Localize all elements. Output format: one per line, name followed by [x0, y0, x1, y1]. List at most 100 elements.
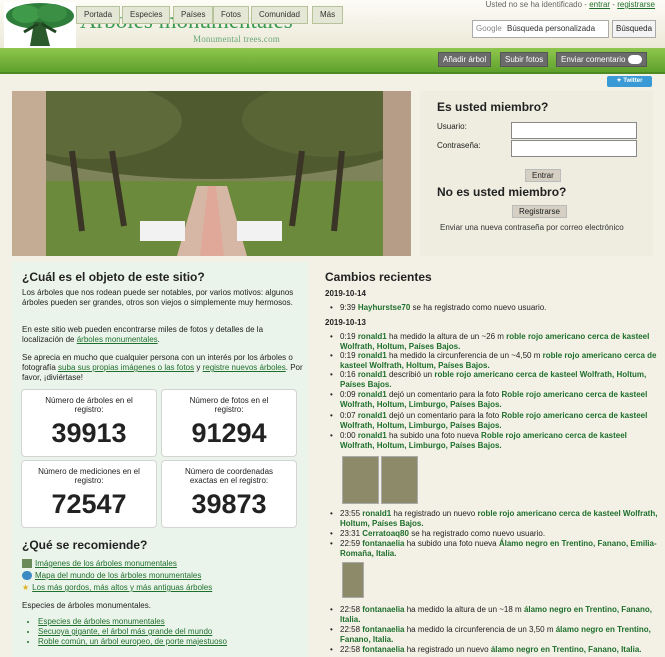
- change-user[interactable]: ronald1: [358, 431, 387, 440]
- search-button[interactable]: Búsqueda: [612, 20, 657, 38]
- change-time: 22:59: [340, 539, 361, 548]
- change-text: dejó un comentario para la foto: [388, 411, 500, 420]
- recent-changes-heading: Cambios recientes: [325, 270, 432, 284]
- upload-photos-button[interactable]: Subir fotos: [500, 52, 549, 67]
- change-time: 0:19: [340, 332, 356, 341]
- username-label: Usuario:: [437, 122, 467, 131]
- stat-coordinates: Número de coordenadas exactas en el regi…: [161, 460, 297, 528]
- recommend-images-link[interactable]: Imágenes de los árboles monumentales: [35, 559, 177, 568]
- toggle-icon: [628, 55, 643, 65]
- tab-comunidad[interactable]: Comunidad: [251, 6, 308, 24]
- change-item: 0:16 ronald1 describió un roble rojo ame…: [328, 370, 660, 390]
- stat-photos-label: Número de fotos en el registro:: [189, 396, 269, 414]
- hero-image: [12, 91, 411, 256]
- species-link[interactable]: Roble común, un árbol europeo, de porte …: [38, 637, 227, 647]
- change-item: 22:58 fontanaelia ha medido la altura de…: [328, 605, 660, 625]
- login-link[interactable]: entrar: [589, 0, 610, 9]
- send-password-link[interactable]: Enviar una nueva contraseña por correo e…: [440, 223, 624, 232]
- star-icon: ★: [22, 583, 30, 593]
- send-comment-button[interactable]: Enviar comentario: [556, 52, 648, 67]
- change-item: 23:55 ronald1 ha registrado un nuevo rob…: [328, 509, 660, 529]
- change-tree[interactable]: roble rojo americano: [477, 509, 556, 518]
- change-time: 23:31: [340, 529, 361, 538]
- change-user[interactable]: ronald1: [358, 370, 387, 379]
- date-header: 2019-10-14: [325, 289, 366, 298]
- register-trees-link[interactable]: registre nuevos árboles: [203, 363, 286, 372]
- stat-photos-value: 91294: [191, 418, 267, 448]
- change-tree[interactable]: roble rojo americano: [506, 332, 585, 341]
- add-tree-button[interactable]: Añadir árbol: [438, 52, 492, 67]
- twitter-button[interactable]: ✦ Twitter: [607, 76, 652, 87]
- change-tree[interactable]: álamo negro: [556, 625, 604, 634]
- tree-logo-icon[interactable]: [4, 2, 76, 48]
- recommend-item-images[interactable]: Imágenes de los árboles monumentales: [22, 559, 177, 569]
- register-link[interactable]: registrarse: [617, 0, 655, 9]
- change-user[interactable]: Cerratoaq80: [362, 529, 409, 538]
- tab-fotos[interactable]: Fotos: [213, 6, 250, 24]
- photo-thumbnail[interactable]: [381, 456, 418, 504]
- change-text: ha medido la circunferencia de un ~4,50 …: [388, 351, 541, 360]
- recent-changes-section: Cambios recientes 2019-10-14 9:39 Hayhur…: [318, 262, 658, 657]
- change-tree[interactable]: Roble rojo americano: [501, 390, 583, 399]
- enter-button[interactable]: Entrar: [525, 169, 561, 182]
- change-text: ha subido una foto nueva: [388, 431, 479, 440]
- change-text: ha medido la altura de un ~26 m: [388, 332, 504, 341]
- password-label: Contraseña:: [437, 141, 481, 150]
- change-tree[interactable]: álamo negro: [524, 605, 572, 614]
- oak-alley-photo: [12, 91, 411, 256]
- recommend-map-link[interactable]: Mapa del mundo de los árboles monumental…: [35, 571, 201, 580]
- tab-mas[interactable]: Más: [312, 6, 344, 24]
- monumental-trees-link[interactable]: árboles monumentales: [77, 335, 158, 344]
- recommend-item-map[interactable]: Mapa del mundo de los árboles monumental…: [22, 571, 201, 581]
- site-subtitle: Monumental trees.com: [193, 34, 280, 44]
- change-tree[interactable]: Álamo negro en Trentino,: [499, 539, 595, 548]
- change-user[interactable]: ronald1: [358, 390, 387, 399]
- twitter-icon: ✦: [616, 78, 622, 84]
- photo-thumbnail[interactable]: [342, 562, 364, 598]
- google-label: Google: [476, 24, 502, 33]
- upload-images-link[interactable]: suba sus propias imágenes o las fotos: [58, 363, 194, 372]
- recommend-biggest-link[interactable]: Los más gordos, más altos y más antiguas…: [32, 583, 212, 592]
- change-time: 0:19: [340, 351, 356, 360]
- species-list: Especies de árboles monumentales Secuoya…: [26, 617, 227, 647]
- stat-photos: Número de fotos en el registro: 91294: [161, 389, 297, 457]
- photo-thumbnail[interactable]: [342, 456, 379, 504]
- change-user[interactable]: fontanaelia: [362, 625, 404, 634]
- species-link[interactable]: Secuoya gigante, el árbol más grande del…: [38, 627, 227, 637]
- species-link[interactable]: Especies de árboles monumentales: [38, 617, 227, 627]
- change-user[interactable]: ronald1: [358, 332, 387, 341]
- change-user[interactable]: Hayhurstse70: [358, 303, 410, 312]
- tab-paises[interactable]: Países: [173, 6, 214, 24]
- change-time: 0:09: [340, 390, 356, 399]
- change-user[interactable]: ronald1: [358, 411, 387, 420]
- change-user[interactable]: fontanaelia: [362, 539, 404, 548]
- change-user[interactable]: fontanaelia: [362, 605, 404, 614]
- login-panel: Es usted miembro? Usuario: Contraseña: E…: [420, 91, 653, 256]
- change-item: 0:00 ronald1 ha subido una foto nueva Ro…: [328, 431, 660, 451]
- about-paragraph-3: Se aprecia en mucho que cualquier person…: [22, 353, 304, 383]
- about-p2-end: .: [157, 335, 160, 344]
- password-input[interactable]: [511, 140, 637, 157]
- change-tree[interactable]: roble rojo americano: [543, 351, 622, 360]
- change-user[interactable]: ronald1: [358, 351, 387, 360]
- change-user[interactable]: ronald1: [362, 509, 391, 518]
- change-item: 23:31 Cerratoaq80 se ha registrado como …: [328, 529, 660, 539]
- recommend-item-biggest[interactable]: ★ Los más gordos, más altos y más antigua…: [22, 583, 212, 592]
- change-item: 0:19 ronald1 ha medido la circunferencia…: [328, 351, 660, 371]
- date-header: 2019-10-13: [325, 318, 366, 327]
- search-input[interactable]: Google Búsqueda personalizada: [472, 20, 609, 38]
- change-tree[interactable]: roble rojo americano: [434, 370, 513, 379]
- user-status: Usted no se ha identificado - entrar - r…: [485, 0, 655, 9]
- change-tree[interactable]: Roble rojo americano: [501, 411, 583, 420]
- twitter-label: Twitter: [623, 78, 643, 84]
- username-input[interactable]: [511, 122, 637, 139]
- globe-icon: [22, 571, 32, 581]
- about-paragraph-2: En este sitio web pueden encontrarse mil…: [22, 325, 304, 345]
- about-section: ¿Cuál es el objeto de este sitio? Los ár…: [12, 262, 308, 657]
- tab-portada[interactable]: Portada: [76, 6, 121, 24]
- tab-especies[interactable]: Especies: [122, 6, 171, 24]
- change-item: 9:39 Hayhurstse70 se ha registrado como …: [328, 303, 660, 313]
- register-button[interactable]: Registrarse: [512, 205, 567, 218]
- change-tree[interactable]: Roble rojo americano: [481, 431, 563, 440]
- species-heading: Especies de árboles monumentales.: [22, 601, 151, 610]
